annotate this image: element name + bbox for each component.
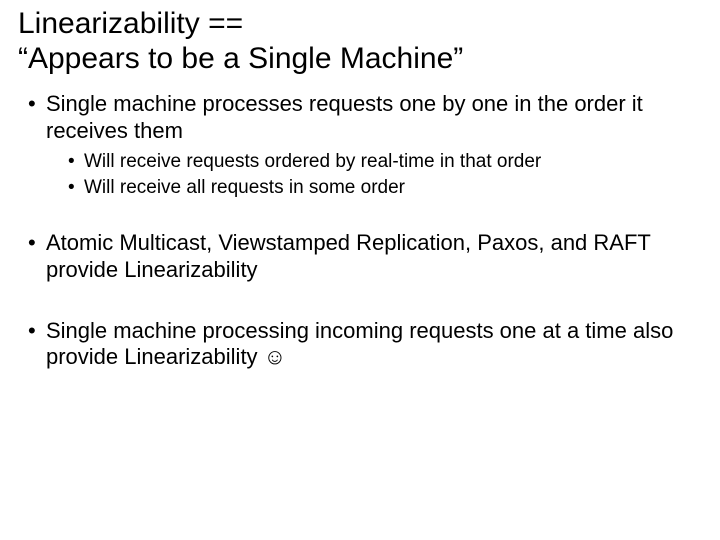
bullet-3-text: Single machine processing incoming reque… <box>46 318 673 370</box>
title-line-1: Linearizability == <box>18 7 243 40</box>
bullet-1-sub-2-text: Will receive all requests in some order <box>84 177 405 198</box>
slide: Linearizability == “Appears to be a Sing… <box>0 0 720 540</box>
title-line-2: “Appears to be a Single Machine” <box>18 42 463 75</box>
bullet-1-sub-1: Will receive requests ordered by real-ti… <box>68 150 702 174</box>
bullet-1-sublist: Will receive requests ordered by real-ti… <box>46 150 702 200</box>
bullet-list: Single machine processes requests one by… <box>18 91 702 371</box>
bullet-1: Single machine processes requests one by… <box>28 91 702 200</box>
slide-title: Linearizability == “Appears to be a Sing… <box>18 6 702 77</box>
bullet-1-text: Single machine processes requests one by… <box>46 91 643 143</box>
bullet-1-sub-2: Will receive all requests in some order <box>68 176 702 200</box>
bullet-2-text: Atomic Multicast, Viewstamped Replicatio… <box>46 230 650 282</box>
bullet-2: Atomic Multicast, Viewstamped Replicatio… <box>28 230 702 284</box>
bullet-1-sub-1-text: Will receive requests ordered by real-ti… <box>84 151 541 172</box>
bullet-3: Single machine processing incoming reque… <box>28 318 702 372</box>
